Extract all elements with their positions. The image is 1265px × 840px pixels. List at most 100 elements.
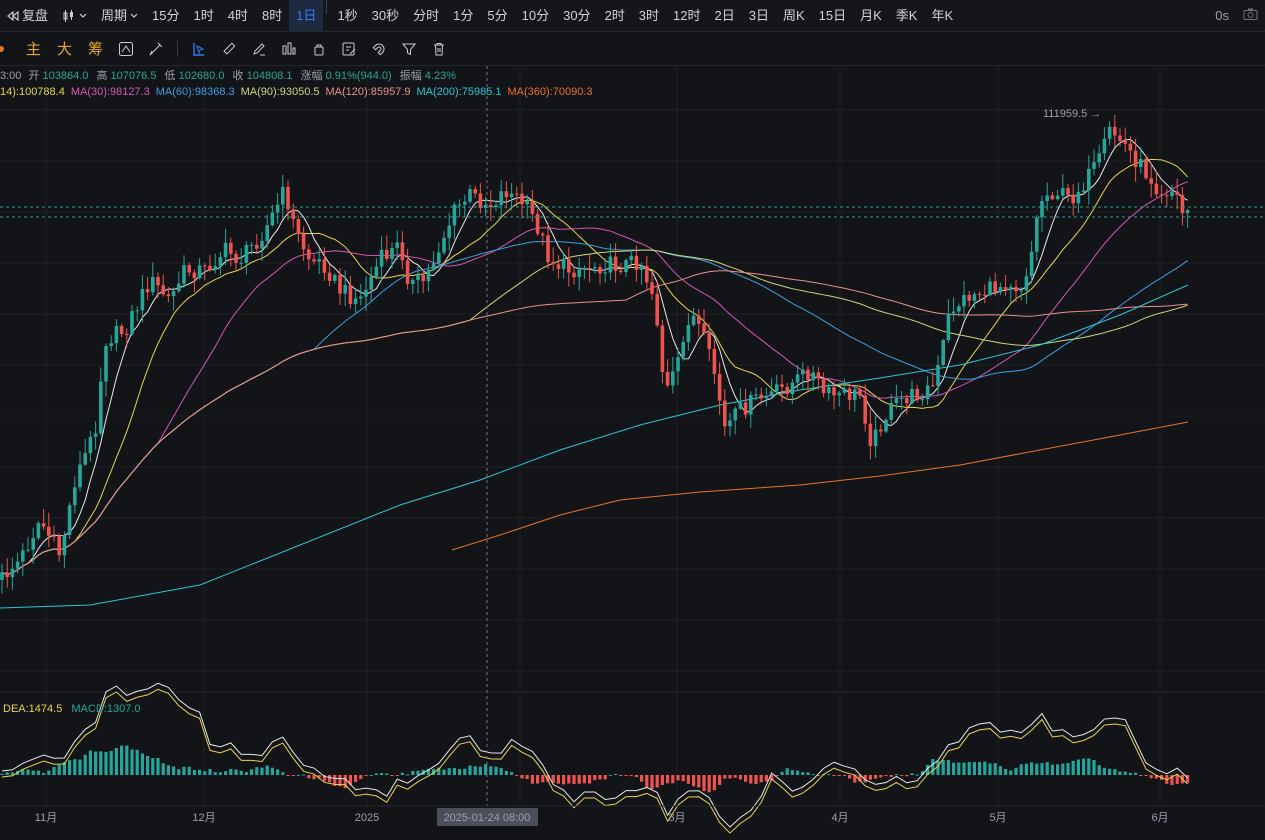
note-button[interactable] bbox=[334, 34, 364, 64]
hide-drawings-button[interactable] bbox=[141, 34, 171, 64]
interval-tab-19[interactable]: 月K bbox=[853, 0, 889, 31]
candle-body bbox=[858, 389, 862, 396]
indicator-settings-button[interactable] bbox=[111, 34, 141, 64]
interval-tab-11[interactable]: 30分 bbox=[556, 0, 597, 31]
interval-tab-15[interactable]: 2日 bbox=[708, 0, 742, 31]
macd-bar bbox=[26, 769, 30, 775]
macd-bar bbox=[837, 775, 841, 776]
lock-button[interactable] bbox=[304, 34, 334, 64]
candle-body bbox=[338, 274, 342, 294]
price-chart[interactable]: 111959.5 → 11月 12月 2025 3月 4月 5月 6月 2025-01-24 … bbox=[0, 66, 1265, 840]
candle-body bbox=[359, 296, 363, 299]
candle-body bbox=[847, 388, 852, 400]
macd-bar bbox=[390, 775, 394, 776]
candle-body bbox=[1071, 194, 1075, 204]
candle-body bbox=[821, 378, 826, 394]
sliders-icon bbox=[119, 41, 134, 56]
candle-body bbox=[1040, 201, 1044, 218]
interval-tab-17[interactable]: 周K bbox=[776, 0, 812, 31]
x-tick-label: 11月 bbox=[35, 812, 57, 824]
interval-tab-1[interactable]: 1时 bbox=[187, 0, 221, 31]
candle-body bbox=[728, 420, 732, 427]
macd-bar bbox=[166, 765, 170, 775]
period-dropdown[interactable]: 周期 bbox=[94, 0, 145, 31]
toolbar-divider bbox=[177, 40, 179, 57]
interval-tab-4[interactable]: 1日 bbox=[289, 0, 324, 31]
candle-body bbox=[993, 281, 997, 293]
macd-bar bbox=[1118, 771, 1122, 775]
candle-body bbox=[348, 285, 353, 304]
candle-body bbox=[182, 265, 186, 284]
candle-body bbox=[244, 244, 249, 263]
candle-body bbox=[15, 561, 20, 569]
interval-tab-2[interactable]: 4时 bbox=[221, 0, 255, 31]
macd-bar bbox=[406, 774, 410, 776]
macd-bar bbox=[276, 769, 280, 775]
indicator-big[interactable]: 大 bbox=[57, 38, 72, 59]
candle-body bbox=[31, 538, 35, 550]
interval-tab-14[interactable]: 12时 bbox=[666, 0, 707, 31]
interval-tab-16[interactable]: 3日 bbox=[742, 0, 776, 31]
candle-body bbox=[546, 235, 550, 263]
interval-tab-13[interactable]: 3时 bbox=[632, 0, 666, 31]
interval-tab-7[interactable]: 分时 bbox=[406, 0, 446, 31]
amp-value: 4.23% bbox=[424, 70, 456, 82]
macd-bar bbox=[614, 773, 618, 775]
interval-tab-12[interactable]: 2时 bbox=[598, 0, 632, 31]
macd-bar bbox=[0, 773, 4, 775]
interval-tab-20[interactable]: 季K bbox=[889, 0, 925, 31]
candle-body bbox=[1097, 153, 1101, 163]
macd-bar bbox=[588, 775, 592, 784]
macd-bar bbox=[978, 762, 982, 775]
interval-tab-10[interactable]: 10分 bbox=[515, 0, 556, 31]
filter-button[interactable] bbox=[394, 34, 424, 64]
macd-bar bbox=[1092, 760, 1096, 775]
macd-bar bbox=[900, 775, 904, 776]
macd-bar bbox=[645, 775, 649, 788]
macd-bar bbox=[1004, 769, 1008, 775]
replay-button[interactable]: 复盘 bbox=[0, 0, 55, 31]
candle-body bbox=[801, 369, 805, 375]
macd-bar bbox=[972, 762, 976, 775]
bars-button[interactable] bbox=[274, 34, 304, 64]
macd-bar bbox=[146, 755, 150, 775]
draw-mode-button[interactable] bbox=[184, 34, 214, 64]
interval-tab-3[interactable]: 8时 bbox=[255, 0, 289, 31]
interval-tab-5[interactable]: 1秒 bbox=[330, 0, 364, 31]
lock-icon bbox=[314, 44, 324, 55]
macd-bar bbox=[915, 774, 919, 776]
interval-tab-9[interactable]: 5分 bbox=[480, 0, 514, 31]
indicator-chips[interactable]: 筹 bbox=[88, 38, 103, 59]
ruler-button[interactable] bbox=[214, 34, 244, 64]
macd-bar bbox=[31, 770, 35, 775]
interval-tab-8[interactable]: 1分 bbox=[446, 0, 480, 31]
candle-body bbox=[816, 372, 821, 379]
candle-body bbox=[405, 260, 410, 285]
chart-type-dropdown[interactable] bbox=[55, 0, 94, 31]
candle-body bbox=[499, 191, 503, 206]
macd-bar bbox=[780, 771, 784, 775]
ma-legend-item-4: MA(120):85957.9 bbox=[325, 86, 411, 98]
macd-bar bbox=[114, 748, 118, 775]
candle-body bbox=[691, 315, 696, 326]
macd-bar bbox=[712, 775, 716, 791]
macd-bar bbox=[83, 754, 87, 775]
interval-tab-6[interactable]: 30秒 bbox=[365, 0, 406, 31]
interval-tab-0[interactable]: 15分 bbox=[145, 0, 186, 31]
candle-body bbox=[457, 204, 462, 206]
macd-bar bbox=[312, 775, 316, 780]
candle-body bbox=[567, 259, 571, 273]
screenshot-button[interactable] bbox=[1236, 0, 1265, 31]
macd-bar bbox=[634, 775, 638, 778]
pen-button[interactable] bbox=[244, 34, 274, 64]
macd-bar bbox=[400, 772, 404, 775]
candle-body bbox=[671, 371, 675, 386]
delete-button[interactable] bbox=[424, 34, 454, 64]
magnet-button[interactable] bbox=[364, 34, 394, 64]
interval-tab-21[interactable]: 年K bbox=[924, 0, 960, 31]
candle-body bbox=[1170, 191, 1174, 197]
indicator-main[interactable]: 主 bbox=[26, 38, 41, 59]
macd-bar bbox=[359, 775, 363, 779]
candle-body bbox=[161, 285, 165, 295]
interval-tab-18[interactable]: 15日 bbox=[812, 0, 853, 31]
